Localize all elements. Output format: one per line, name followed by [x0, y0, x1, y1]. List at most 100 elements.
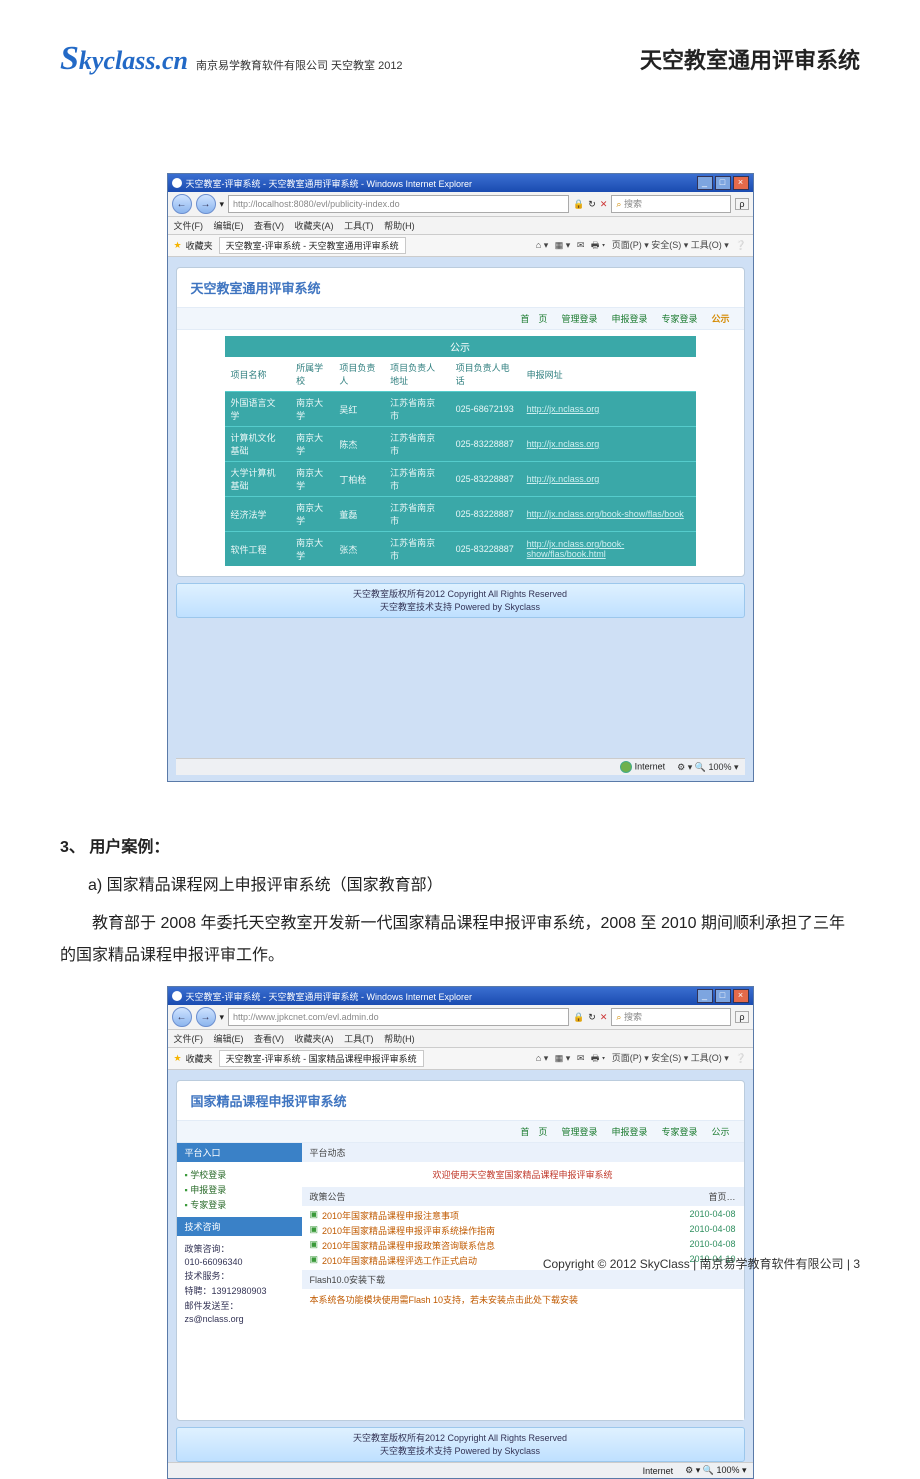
bullet-icon: ▣: [310, 1209, 319, 1222]
close-button[interactable]: ×: [733, 176, 749, 190]
search-go-icon[interactable]: ρ: [735, 198, 748, 210]
stop-icon[interactable]: ✕: [600, 199, 608, 210]
forward-button[interactable]: →: [196, 194, 216, 214]
back-button[interactable]: ←: [172, 194, 192, 214]
home-icon[interactable]: ⌂: [536, 1053, 541, 1063]
tab-apply[interactable]: 申报登录: [611, 1125, 647, 1138]
tab-apply[interactable]: 申报登录: [611, 312, 647, 325]
page-tools[interactable]: ⌂ ▾ ▦ ▾ ✉ 🖶 ▾ 页面(P) ▾ 安全(S) ▾ 工具(O) ▾ ❔: [532, 238, 747, 254]
news-item[interactable]: ▣2010年国家精品课程申报注意事项2010-04-08: [310, 1208, 736, 1223]
flash-notice[interactable]: 本系统各功能模块使用需Flash 10支持，若未安装点击此处下载安装: [302, 1289, 744, 1310]
address-bar[interactable]: http://localhost:8080/evl/publicity-inde…: [228, 195, 569, 213]
favorites-label[interactable]: 收藏夹: [186, 1052, 213, 1065]
tab-publicity[interactable]: 公示: [711, 312, 729, 325]
feed-icon[interactable]: ▦: [555, 1053, 564, 1063]
copyright-line1: 天空教室版权所有2012 Copyright All Rights Reserv…: [177, 1432, 744, 1445]
sidebar-item-apply[interactable]: 申报登录: [185, 1183, 294, 1196]
star-icon[interactable]: ★: [174, 240, 182, 251]
search-box[interactable]: ⌕ 搜索: [611, 1008, 731, 1026]
maximize-button[interactable]: □: [715, 989, 731, 1003]
table-cell: 南京大学: [290, 532, 333, 567]
menu-view[interactable]: 查看(V): [254, 221, 284, 231]
news-item[interactable]: ▣2010年国家精品课程申报评审系统操作指南2010-04-08: [310, 1223, 736, 1238]
tab-expert[interactable]: 专家登录: [661, 1125, 697, 1138]
news-item[interactable]: ▣2010年国家精品课程申报政策咨询联系信息2010-04-08: [310, 1238, 736, 1253]
status-zoom[interactable]: ⚙ ▾ 🔍 100% ▾: [677, 762, 738, 773]
help-icon[interactable]: ❔: [735, 1053, 746, 1063]
browser-tab[interactable]: 天空教室-评审系统 - 天空教室通用评审系统: [219, 237, 406, 254]
favorites-label[interactable]: 收藏夹: [186, 239, 213, 252]
maximize-button[interactable]: □: [715, 176, 731, 190]
menu-edit[interactable]: 编辑(E): [214, 1034, 244, 1044]
contact-policy-phone: 010-66096340: [185, 1257, 294, 1267]
tab-home[interactable]: 首 页: [520, 1125, 547, 1138]
col-url: 申报网址: [521, 357, 696, 392]
sidebar-item-expert[interactable]: 专家登录: [185, 1198, 294, 1211]
table-cell-url[interactable]: http://jx.nclass.org: [521, 427, 696, 462]
mail-icon[interactable]: ✉: [577, 240, 585, 250]
tab-admin[interactable]: 管理登录: [561, 312, 597, 325]
bullet-icon: ▣: [310, 1239, 319, 1252]
print-icon[interactable]: 🖶: [591, 1053, 600, 1063]
help-icon[interactable]: ❔: [735, 240, 746, 250]
menu-view[interactable]: 查看(V): [254, 1034, 284, 1044]
tab-admin[interactable]: 管理登录: [561, 1125, 597, 1138]
col-name: 项目名称: [225, 357, 291, 392]
minimize-button[interactable]: _: [697, 176, 713, 190]
dropdown-icon[interactable]: ▾: [220, 199, 225, 210]
contact-tech-phone: 特聘：13912980903: [185, 1284, 294, 1297]
table-cell-url[interactable]: http://jx.nclass.org: [521, 392, 696, 427]
menu-bar: 文件(F) 编辑(E) 查看(V) 收藏夹(A) 工具(T) 帮助(H): [168, 217, 753, 235]
nav-tabs: 首 页 管理登录 申报登录 专家登录 公示: [177, 1121, 744, 1143]
table-title: 公示: [225, 336, 696, 357]
news-title[interactable]: 2010年国家精品课程申报评审系统操作指南: [322, 1224, 689, 1237]
news-title[interactable]: 2010年国家精品课程申报注意事项: [322, 1209, 689, 1222]
home-icon[interactable]: ⌂: [536, 240, 541, 250]
news-title[interactable]: 2010年国家精品课程申报政策咨询联系信息: [322, 1239, 689, 1252]
search-go-icon[interactable]: ρ: [735, 1011, 748, 1023]
doc-header: Skyclass.cn 南京易学教育软件有限公司 天空教室 2012 天空教室通…: [60, 40, 860, 78]
menu-favorites[interactable]: 收藏夹(A): [295, 221, 334, 231]
tab-home[interactable]: 首 页: [520, 312, 547, 325]
minimize-button[interactable]: _: [697, 989, 713, 1003]
table-cell: 南京大学: [290, 497, 333, 532]
menu-file[interactable]: 文件(F): [174, 221, 204, 231]
address-bar[interactable]: http://www.jpkcnet.com/evl.admin.do: [228, 1008, 569, 1026]
page-tools[interactable]: ⌂ ▾ ▦ ▾ ✉ 🖶 ▾ 页面(P) ▾ 安全(S) ▾ 工具(O) ▾ ❔: [532, 1051, 747, 1067]
col-phone: 项目负责人电话: [450, 357, 521, 392]
refresh-icon[interactable]: ↻: [588, 1012, 596, 1023]
table-cell-url[interactable]: http://jx.nclass.org/book-show/flas/book…: [521, 532, 696, 567]
stop-icon[interactable]: ✕: [600, 1012, 608, 1023]
status-bar: Internet ⚙ ▾ 🔍 100% ▾: [176, 758, 745, 775]
menu-help[interactable]: 帮助(H): [384, 221, 415, 231]
contact-policy-label: 政策咨询：: [185, 1242, 294, 1255]
back-button[interactable]: ←: [172, 1007, 192, 1027]
table-cell-url[interactable]: http://jx.nclass.org: [521, 462, 696, 497]
tab-expert[interactable]: 专家登录: [661, 312, 697, 325]
section-dynamics: 平台动态: [302, 1143, 744, 1162]
table-cell-url[interactable]: http://jx.nclass.org/book-show/flas/book: [521, 497, 696, 532]
data-table: 项目名称 所属学校 项目负责人 项目负责人地址 项目负责人电话 申报网址 外国语…: [225, 357, 696, 566]
forward-button[interactable]: →: [196, 1007, 216, 1027]
panel-title: 天空教室通用评审系统: [177, 268, 744, 308]
menu-file[interactable]: 文件(F): [174, 1034, 204, 1044]
copyright-line1: 天空教室版权所有2012 Copyright All Rights Reserv…: [177, 588, 744, 601]
menu-edit[interactable]: 编辑(E): [214, 221, 244, 231]
menu-favorites[interactable]: 收藏夹(A): [295, 1034, 334, 1044]
feed-icon[interactable]: ▦: [555, 240, 564, 250]
menu-tools[interactable]: 工具(T): [344, 221, 374, 231]
menu-help[interactable]: 帮助(H): [384, 1034, 415, 1044]
browser-tab[interactable]: 天空教室-评审系统 - 国家精品课程申报评审系统: [219, 1050, 424, 1067]
close-button[interactable]: ×: [733, 989, 749, 1003]
refresh-icon[interactable]: ↻: [588, 199, 596, 210]
dropdown-icon[interactable]: ▾: [220, 1012, 225, 1023]
status-zoom[interactable]: ⚙ ▾ 🔍 100% ▾: [685, 1465, 746, 1476]
search-box[interactable]: ⌕ 搜索: [611, 195, 731, 213]
print-icon[interactable]: 🖶: [591, 240, 600, 250]
more-link[interactable]: 首页…: [708, 1190, 735, 1203]
mail-icon[interactable]: ✉: [577, 1053, 585, 1063]
tab-publicity[interactable]: 公示: [711, 1125, 729, 1138]
sidebar-item-school[interactable]: 学校登录: [185, 1168, 294, 1181]
menu-tools[interactable]: 工具(T): [344, 1034, 374, 1044]
star-icon[interactable]: ★: [174, 1053, 182, 1064]
